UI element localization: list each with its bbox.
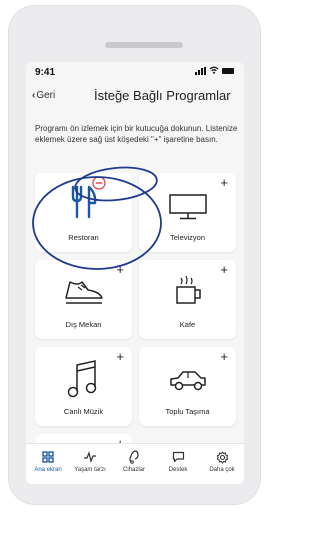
tile-label: Kafe — [179, 320, 196, 329]
add-button[interactable]: + — [116, 263, 124, 276]
tile-label: Restoran — [68, 233, 99, 242]
tab-ana-ekran[interactable]: Ana ekran — [26, 450, 70, 473]
tab-label: Ana ekran — [34, 467, 62, 473]
back-button[interactable]: ‹Geri — [32, 90, 55, 101]
tile-label: Dış Mekan — [65, 320, 102, 329]
tab-cihazlar[interactable]: Cihazlar — [112, 450, 156, 473]
gear-icon — [200, 450, 244, 464]
remove-button[interactable] — [92, 176, 106, 192]
app-screen: 9:41 ‹Geri İsteğe Bağlı Programlar Progr… — [26, 62, 244, 484]
status-time: 9:41 — [35, 67, 56, 78]
tab-destek[interactable]: Destek — [156, 450, 200, 473]
program-tile-canli-muzik[interactable]: + Canlı Müzik — [35, 347, 132, 426]
tab-label: Yaşam tarzı — [74, 467, 106, 473]
status-icons — [195, 66, 234, 76]
tab-bar: Ana ekran Yaşam tarzı Cihazlar Destek Da… — [26, 443, 244, 484]
tab-label: Cihazlar — [122, 467, 145, 473]
program-tile-restoran[interactable]: Restoran — [35, 173, 132, 252]
activity-icon — [68, 450, 112, 464]
tab-daha-cok[interactable]: Daha çok — [200, 450, 244, 473]
tab-label: Destek — [168, 467, 188, 473]
tile-label: Toplu Taşıma — [165, 407, 210, 416]
tile-label: Televizyon — [169, 233, 206, 242]
add-button[interactable]: + — [220, 176, 228, 189]
program-tile-kafe[interactable]: + Kafe — [139, 260, 236, 339]
add-button[interactable]: + — [220, 350, 228, 363]
shoe-icon — [35, 278, 132, 313]
status-bar: 9:41 — [26, 62, 244, 82]
chevron-left-icon: ‹ — [32, 90, 36, 101]
tv-icon — [139, 193, 236, 226]
tab-yasam-tarzi[interactable]: Yaşam tarzı — [68, 450, 112, 473]
hearing-aid-icon — [112, 450, 156, 464]
program-tile-televizyon[interactable]: + Televizyon — [139, 173, 236, 252]
battery-icon — [222, 68, 234, 74]
page-title: İsteğe Bağlı Programlar — [94, 88, 231, 103]
program-tile-dis-mekan[interactable]: + Dış Mekan — [35, 260, 132, 339]
signal-icon — [195, 67, 206, 75]
tab-label: Daha çok — [209, 467, 235, 473]
music-note-icon — [35, 359, 132, 404]
wifi-icon — [209, 66, 219, 76]
program-tile-toplu-tasima[interactable]: + Toplu Taşıma — [139, 347, 236, 426]
intro-text: Programı ön izlemek için bir kutucuğa do… — [35, 124, 238, 144]
chat-icon — [156, 450, 200, 464]
tile-label: Canlı Müzik — [63, 407, 104, 416]
back-label: Geri — [36, 90, 56, 101]
fork-knife-icon — [35, 185, 132, 224]
coffee-cup-icon — [139, 274, 236, 313]
car-icon — [139, 369, 236, 398]
nav-bar: ‹Geri İsteğe Bağlı Programlar — [26, 82, 244, 110]
phone-speaker — [105, 42, 183, 48]
home-grid-icon — [26, 450, 70, 464]
